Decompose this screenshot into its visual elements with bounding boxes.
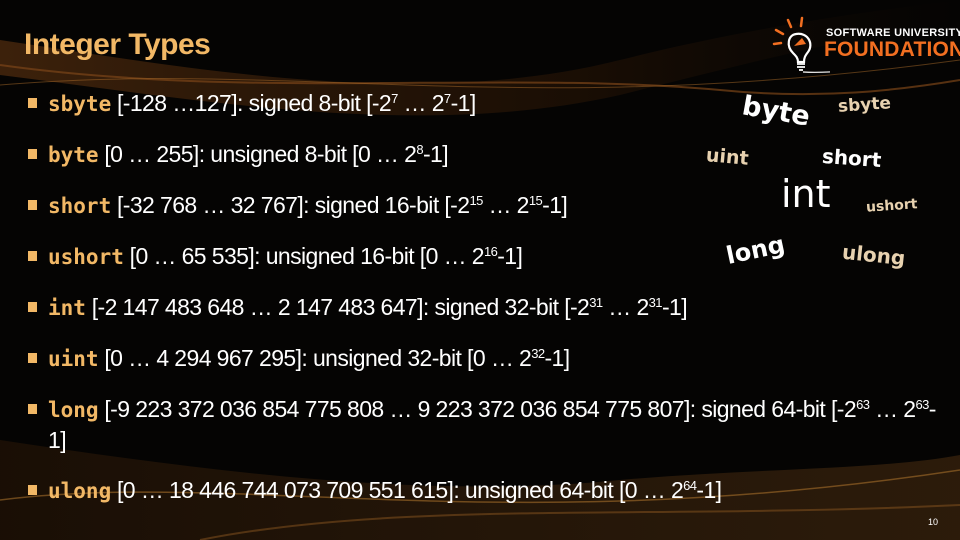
- keyword: uint: [48, 347, 99, 371]
- range-mid: … 2: [397, 90, 445, 116]
- range-tail: -1]: [422, 141, 449, 167]
- lightbulb-icon: [772, 16, 830, 73]
- range-mid: … 2: [482, 192, 529, 218]
- bullet-marker: [28, 149, 37, 159]
- range-text: [0 … 18 446 744 073 709 551 615]: unsign…: [111, 477, 684, 503]
- keyword: byte: [48, 143, 99, 167]
- exponent: 7: [391, 91, 398, 106]
- range-tail: -1]: [497, 243, 523, 269]
- bullet-short: short [-32 768 … 32 767]: signed 16-bit …: [28, 190, 948, 221]
- bullet-byte: byte [0 … 255]: unsigned 8-bit [0 … 28-1…: [28, 139, 948, 170]
- range-text: [0 … 255]: unsigned 8-bit [0 … 2: [98, 141, 417, 167]
- range-tail: -1]: [542, 192, 568, 218]
- bullet-int: int [-2 147 483 648 … 2 147 483 647]: si…: [28, 292, 948, 323]
- bullet-marker: [28, 200, 37, 210]
- range-text: [-128 …127]: signed 8-bit [-2: [111, 90, 392, 116]
- bullet-marker: [28, 353, 37, 363]
- keyword: short: [48, 194, 112, 218]
- range-text: [-2 147 483 648 … 2 147 483 647]: signed…: [85, 294, 590, 320]
- range-mid: … 2: [869, 396, 916, 422]
- exponent: 31: [648, 295, 663, 310]
- keyword: long: [48, 398, 99, 422]
- exponent: 64: [683, 478, 697, 493]
- exponent: 15: [528, 193, 543, 208]
- range-text: [0 … 65 535]: unsigned 16-bit [0 … 2: [123, 243, 485, 269]
- range-tail: -1]: [661, 294, 688, 320]
- bullet-marker: [28, 404, 37, 414]
- bullet-list: sbyte [-128 …127]: signed 8-bit [-27 … 2…: [28, 88, 948, 526]
- exponent: 16: [483, 244, 498, 259]
- range-text: [-32 768 … 32 767]: signed 16-bit [-2: [111, 192, 470, 218]
- bullet-ulong: ulong [0 … 18 446 744 073 709 551 615]: …: [28, 475, 948, 506]
- bullet-long: long [-9 223 372 036 854 775 808 … 9 223…: [28, 394, 948, 455]
- exponent: 8: [416, 142, 423, 157]
- range-text: [0 … 4 294 967 295]: unsigned 32-bit [0 …: [98, 345, 532, 371]
- bullet-marker: [28, 302, 37, 312]
- slide-title: Integer Types: [24, 28, 211, 61]
- exponent: 63: [856, 397, 870, 412]
- exponent: 31: [589, 295, 603, 310]
- range-tail: -1]: [544, 345, 570, 371]
- bullet-sbyte: sbyte [-128 …127]: signed 8-bit [-27 … 2…: [28, 88, 948, 119]
- bullet-marker: [28, 251, 37, 261]
- bullet-uint: uint [0 … 4 294 967 295]: unsigned 32-bi…: [28, 343, 948, 374]
- logo-line2: FOUNDATION: [824, 38, 960, 61]
- range-tail: -1]: [450, 90, 477, 116]
- exponent: 32: [531, 346, 545, 361]
- exponent: 63: [915, 397, 930, 412]
- bullet-marker: [28, 485, 37, 495]
- range-mid: … 2: [602, 294, 649, 320]
- exponent: 7: [443, 91, 451, 106]
- keyword: ulong: [48, 479, 112, 503]
- keyword: sbyte: [48, 92, 112, 116]
- bullet-ushort: ushort [0 … 65 535]: unsigned 16-bit [0 …: [28, 241, 948, 272]
- keyword: int: [48, 296, 86, 320]
- page-number: 10: [928, 517, 939, 527]
- softuni-logo: SOFTWARE UNIVERSITY FOUNDATION: [770, 14, 960, 76]
- range-text: [-9 223 372 036 854 775 808 … 9 223 372 …: [98, 396, 857, 422]
- exponent: 15: [469, 193, 483, 208]
- range-tail: -1]: [696, 477, 722, 503]
- keyword: ushort: [48, 245, 124, 269]
- bullet-marker: [28, 98, 37, 108]
